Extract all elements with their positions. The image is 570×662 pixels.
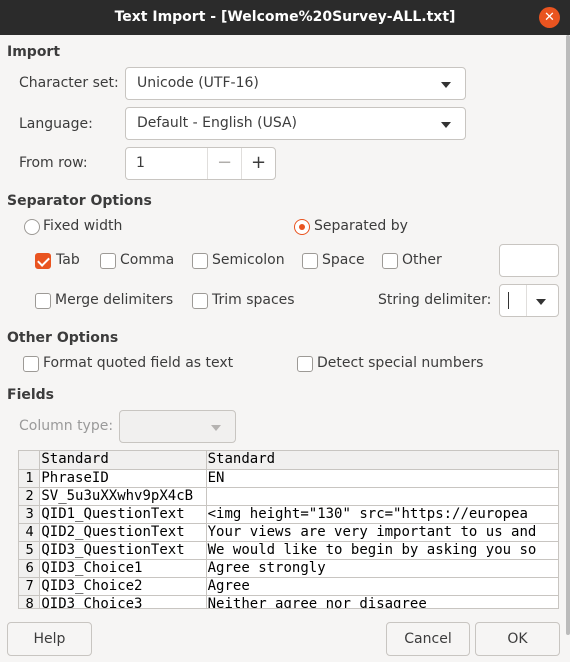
cell: SV_5u3uXXwhv9pX4cB <box>39 487 207 506</box>
tab-label[interactable]: Tab <box>56 252 80 268</box>
chevron-down-icon[interactable] <box>536 299 546 305</box>
increment-button[interactable]: + <box>241 148 275 179</box>
row-number: 5 <box>19 541 41 560</box>
comma-checkbox[interactable] <box>100 253 116 269</box>
cell: QID3_Choice2 <box>39 577 207 596</box>
cell: Neither agree nor disagree <box>206 595 558 608</box>
string-delimiter-input[interactable] <box>508 292 509 309</box>
preview-table: Standard Standard 1 PhraseID EN 2 SV_5u3uXX… <box>19 451 558 608</box>
comma-label[interactable]: Comma <box>120 252 174 268</box>
chevron-down-icon <box>441 122 451 128</box>
cell: We would like to begin by asking you so <box>206 541 558 560</box>
cell <box>206 487 558 506</box>
fixed-width-label[interactable]: Fixed width <box>43 218 122 234</box>
other-separator-input[interactable] <box>499 244 559 277</box>
detect-special-label[interactable]: Detect special numbers <box>317 355 483 371</box>
string-delimiter-combo[interactable] <box>499 284 559 317</box>
column-type-dropdown[interactable] <box>119 410 236 443</box>
row-number: 4 <box>19 523 41 542</box>
combo-divider <box>526 285 527 316</box>
separator-section-heading: Separator Options <box>7 193 152 209</box>
merge-delimiters-label[interactable]: Merge delimiters <box>55 292 173 308</box>
cell: QID3_Choice1 <box>39 559 207 578</box>
help-button[interactable]: Help <box>7 622 92 656</box>
close-icon[interactable]: ✕ <box>539 7 560 28</box>
cell: EN <box>206 469 558 488</box>
row-number: 2 <box>19 487 41 506</box>
merge-delimiters-checkbox[interactable] <box>35 293 51 309</box>
table-row: 8 QID3_Choice3 Neither agree nor disagree <box>19 595 558 608</box>
corner-cell <box>19 451 41 470</box>
cell: QID3_QuestionText <box>39 541 207 560</box>
cell: Agree strongly <box>206 559 558 578</box>
language-label: Language: <box>19 116 93 132</box>
row-number: 3 <box>19 505 41 524</box>
space-checkbox[interactable] <box>302 253 318 269</box>
cell: QID3_Choice3 <box>39 595 207 608</box>
from-row-label: From row: <box>19 155 88 171</box>
semicolon-label[interactable]: Semicolon <box>212 252 285 268</box>
tab-checkbox[interactable] <box>35 253 51 269</box>
preview-header-row: Standard Standard <box>19 451 558 470</box>
format-quoted-checkbox[interactable] <box>23 356 39 372</box>
cell: QID2_QuestionText <box>39 523 207 542</box>
other-options-heading: Other Options <box>7 330 119 346</box>
from-row-spinner[interactable]: 1 − + <box>125 147 276 180</box>
import-section-heading: Import <box>7 44 61 60</box>
fields-heading: Fields <box>7 387 55 403</box>
cell: <img height="130" src="https://europea <box>206 505 558 524</box>
other-label[interactable]: Other <box>402 252 442 268</box>
table-row: 2 SV_5u3uXXwhv9pX4cB <box>19 487 558 506</box>
cell: QID1_QuestionText <box>39 505 207 524</box>
row-number: 1 <box>19 469 41 488</box>
table-row: 1 PhraseID EN <box>19 469 558 488</box>
language-value: Default - English (USA) <box>137 115 298 131</box>
table-row: 7 QID3_Choice2 Agree <box>19 577 558 596</box>
fixed-width-radio[interactable] <box>24 219 40 235</box>
cell: Your views are very important to us and <box>206 523 558 542</box>
trim-spaces-checkbox[interactable] <box>192 293 208 309</box>
table-row: 4 QID2_QuestionText Your views are very im… <box>19 523 558 542</box>
ok-button[interactable]: OK <box>475 622 560 656</box>
from-row-input[interactable]: 1 <box>136 155 145 171</box>
charset-dropdown[interactable]: Unicode (UTF-16) <box>125 67 466 100</box>
other-checkbox[interactable] <box>382 253 398 269</box>
column-header[interactable]: Standard <box>39 451 207 470</box>
column-header[interactable]: Standard <box>206 451 558 470</box>
cell: PhraseID <box>39 469 207 488</box>
table-row: 3 QID1_QuestionText <img height="130" src=… <box>19 505 558 524</box>
table-row: 6 QID3_Choice1 Agree strongly <box>19 559 558 578</box>
table-row: 5 QID3_QuestionText We would like to begin… <box>19 541 558 560</box>
space-label[interactable]: Space <box>322 252 365 268</box>
language-dropdown[interactable]: Default - English (USA) <box>125 107 466 140</box>
separated-by-label[interactable]: Separated by <box>314 218 408 234</box>
detect-special-checkbox[interactable] <box>297 356 313 372</box>
format-quoted-label[interactable]: Format quoted field as text <box>43 355 233 371</box>
cell: Agree <box>206 577 558 596</box>
chevron-down-icon <box>211 425 221 431</box>
row-number: 6 <box>19 559 41 578</box>
title-bar: Text Import - [Welcome%20Survey-ALL.txt]… <box>0 0 570 35</box>
window-title: Text Import - [Welcome%20Survey-ALL.txt] <box>114 9 456 25</box>
decrement-button[interactable]: − <box>207 148 241 179</box>
column-type-label: Column type: <box>19 418 114 434</box>
string-delimiter-label: String delimiter: <box>378 292 492 308</box>
row-number: 7 <box>19 577 41 596</box>
data-preview-grid[interactable]: Standard Standard 1 PhraseID EN 2 SV_5u3uXX… <box>18 450 559 609</box>
chevron-down-icon <box>441 82 451 88</box>
separated-by-radio[interactable] <box>294 219 310 235</box>
row-number: 8 <box>19 595 41 608</box>
semicolon-checkbox[interactable] <box>192 253 208 269</box>
charset-label: Character set: <box>19 75 119 91</box>
cancel-button[interactable]: Cancel <box>386 622 470 656</box>
trim-spaces-label[interactable]: Trim spaces <box>212 292 295 308</box>
dialog-scrollbar[interactable] <box>566 35 570 635</box>
charset-value: Unicode (UTF-16) <box>137 75 259 91</box>
